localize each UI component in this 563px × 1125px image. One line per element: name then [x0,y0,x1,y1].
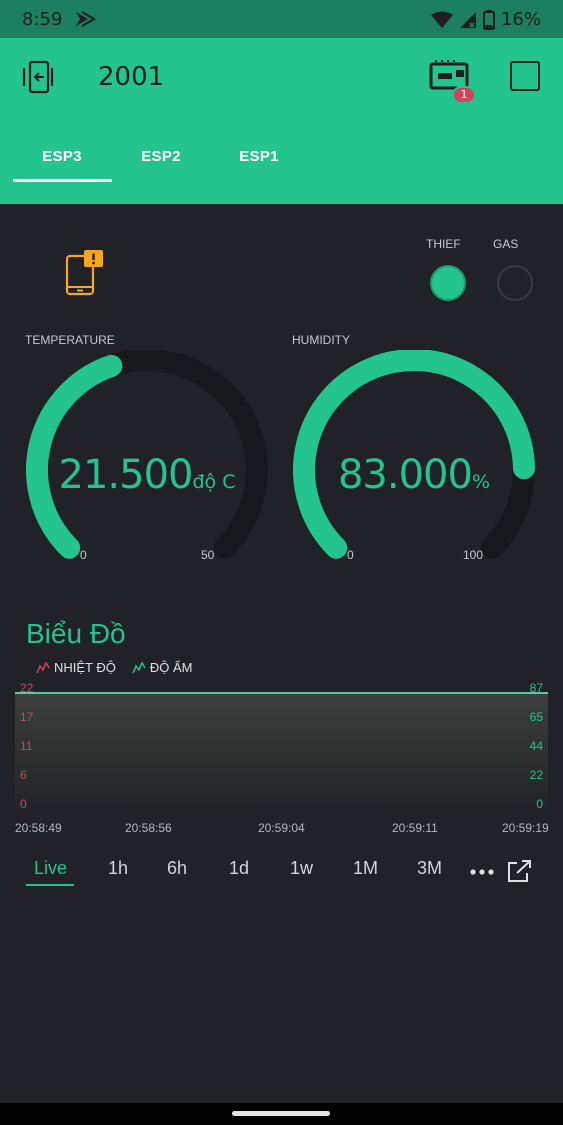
temperature-value: 21.500độ C [19,452,275,498]
range-1d[interactable]: 1d [229,858,249,879]
y-left-tick: 0 [20,797,27,811]
chart-title: Biểu Đồ [26,618,126,649]
legend-temperature-label: NHIỆT ĐỘ [54,660,116,675]
line-chart-icon [132,661,146,673]
range-1m[interactable]: 1M [353,858,378,879]
humidity-value: 83.000% [286,452,542,498]
temperature-unit: độ C [192,471,236,493]
phone-notification-icon[interactable] [64,250,106,298]
time-range-bar: Live 1h 6h 1d 1w 1M 3M [0,855,563,889]
chart-legend: NHIỆT ĐỘ ĐỘ ẨM [36,660,193,675]
thief-led [430,265,466,301]
status-bar: 8:59 16% [0,0,563,38]
range-3m[interactable]: 3M [417,858,442,879]
battery-percent: 16% [500,9,541,30]
tab-esp3[interactable]: ESP3 [13,148,111,165]
chart-plot-area[interactable] [15,694,548,810]
home-handle[interactable] [232,1111,330,1116]
temperature-number: 21.500 [58,452,194,498]
exit-project-icon[interactable] [22,60,56,94]
temperature-min: 0 [80,548,87,562]
y-right-tick: 65 [529,710,543,724]
range-live[interactable]: Live [34,858,67,879]
battery-icon [482,9,495,30]
y-right-tick: 44 [529,739,543,753]
y-left-tick: 11 [20,739,33,753]
range-1h[interactable]: 1h [108,858,128,879]
y-right-tick: 22 [529,768,543,782]
y-left-tick: 17 [20,710,34,724]
y-right-tick: 0 [536,797,543,811]
y-right-tick: 87 [529,681,543,695]
y-left-tick: 22 [20,681,34,695]
app-screen: { "status_bar": { "time": "8:59", "batte… [0,0,563,1125]
device-count-badge: 1 [452,86,476,104]
stop-icon[interactable] [510,61,540,91]
range-1w[interactable]: 1w [290,858,313,879]
humidity-max: 100 [463,548,484,562]
notification-app-icon [76,11,96,27]
humidity-unit: % [471,471,491,493]
active-tab-indicator [13,179,112,182]
legend-humidity-label: ĐỘ ẨM [149,660,193,675]
status-time: 8:59 [22,9,63,30]
temperature-max: 50 [201,548,215,562]
signal-icon [459,11,476,28]
x-tick: 20:59:04 [258,821,305,835]
more-icon[interactable] [470,869,494,875]
wifi-icon [430,11,453,28]
humidity-label: HUMIDITY [292,333,350,347]
gas-led [497,265,533,301]
app-header: 2001 1 ESP3 ESP2 ESP1 [0,38,563,204]
led-label-gas: GAS [493,237,519,251]
tab-esp1[interactable]: ESP1 [210,148,308,165]
tab-esp2[interactable]: ESP2 [112,148,210,165]
project-title: 2001 [98,62,165,92]
legend-humidity[interactable]: ĐỘ ẨM [132,660,193,675]
line-chart-icon [36,661,50,673]
open-external-icon[interactable] [507,859,533,883]
led-label-thief: THIEF [426,237,461,251]
temperature-label: TEMPERATURE [25,333,115,347]
x-tick: 20:58:49 [15,821,62,835]
x-tick: 20:59:11 [392,821,438,835]
y-left-tick: 6 [20,768,27,782]
system-nav-bar [0,1103,563,1125]
humidity-min: 0 [347,548,354,562]
x-tick: 20:58:56 [125,821,172,835]
x-tick: 20:59:19 [502,821,549,835]
humidity-series-line [15,692,548,694]
device-tabs: ESP3 ESP2 ESP1 [0,138,563,188]
legend-temperature[interactable]: NHIỆT ĐỘ [36,660,116,675]
range-6h[interactable]: 6h [167,858,187,879]
active-range-indicator [26,884,74,886]
humidity-number: 83.000 [337,452,473,498]
